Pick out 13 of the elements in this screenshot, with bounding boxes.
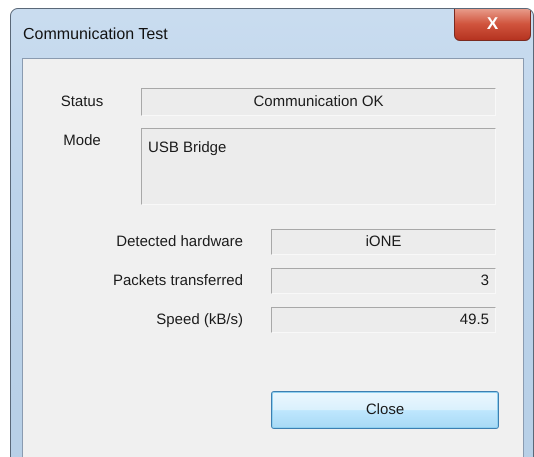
value-field: 3 bbox=[271, 268, 496, 294]
mode-label: Mode bbox=[62, 131, 102, 151]
value-field: iONE bbox=[271, 229, 496, 255]
mode-field: USB Bridge bbox=[141, 128, 496, 205]
field-label: Detected hardware bbox=[115, 232, 244, 252]
close-button[interactable]: X bbox=[454, 9, 531, 41]
value-field: 49.5 bbox=[271, 307, 496, 333]
field-label: Speed (kB/s) bbox=[155, 310, 244, 330]
field-label: Packets transferred bbox=[112, 270, 244, 291]
status-label: Status bbox=[60, 92, 104, 112]
close-button[interactable]: Close bbox=[271, 391, 499, 429]
window-title: Communication Test bbox=[23, 25, 168, 45]
status-field: Communication OK bbox=[141, 88, 496, 116]
